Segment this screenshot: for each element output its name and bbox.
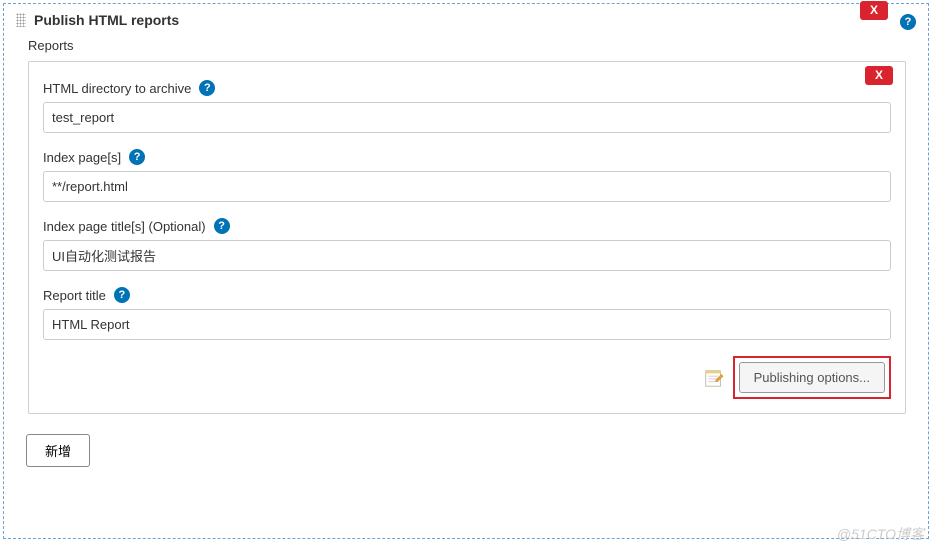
html-directory-label: HTML directory to archive — [43, 81, 191, 96]
notes-icon — [703, 367, 725, 389]
help-icon[interactable]: ? — [900, 14, 916, 30]
add-button[interactable]: 新增 — [26, 434, 90, 467]
publish-html-reports-panel: X Publish HTML reports ? Reports X HTML … — [3, 3, 929, 539]
help-icon[interactable]: ? — [214, 218, 230, 234]
field-html-directory: HTML directory to archive ? — [43, 80, 891, 133]
report-title-label: Report title — [43, 288, 106, 303]
help-icon[interactable]: ? — [114, 287, 130, 303]
index-pages-input[interactable] — [43, 171, 891, 202]
help-icon[interactable]: ? — [199, 80, 215, 96]
reports-label: Reports — [4, 36, 928, 61]
index-titles-input[interactable] — [43, 240, 891, 271]
section-header: Publish HTML reports ? — [4, 4, 928, 36]
index-titles-label: Index page title[s] (Optional) — [43, 219, 206, 234]
help-icon[interactable]: ? — [129, 149, 145, 165]
report-block: X HTML directory to archive ? Index page… — [28, 61, 906, 414]
html-directory-input[interactable] — [43, 102, 891, 133]
field-index-pages: Index page[s] ? — [43, 149, 891, 202]
field-report-title: Report title ? — [43, 287, 891, 340]
index-pages-label: Index page[s] — [43, 150, 121, 165]
section-title: Publish HTML reports — [34, 12, 179, 28]
publishing-options-highlight: Publishing options... — [733, 356, 891, 399]
field-index-titles: Index page title[s] (Optional) ? — [43, 218, 891, 271]
publishing-options-row: Publishing options... — [43, 356, 891, 399]
drag-handle-icon[interactable] — [16, 13, 26, 27]
publishing-options-button[interactable]: Publishing options... — [739, 362, 885, 393]
delete-report-button[interactable]: X — [865, 66, 893, 85]
report-title-input[interactable] — [43, 309, 891, 340]
